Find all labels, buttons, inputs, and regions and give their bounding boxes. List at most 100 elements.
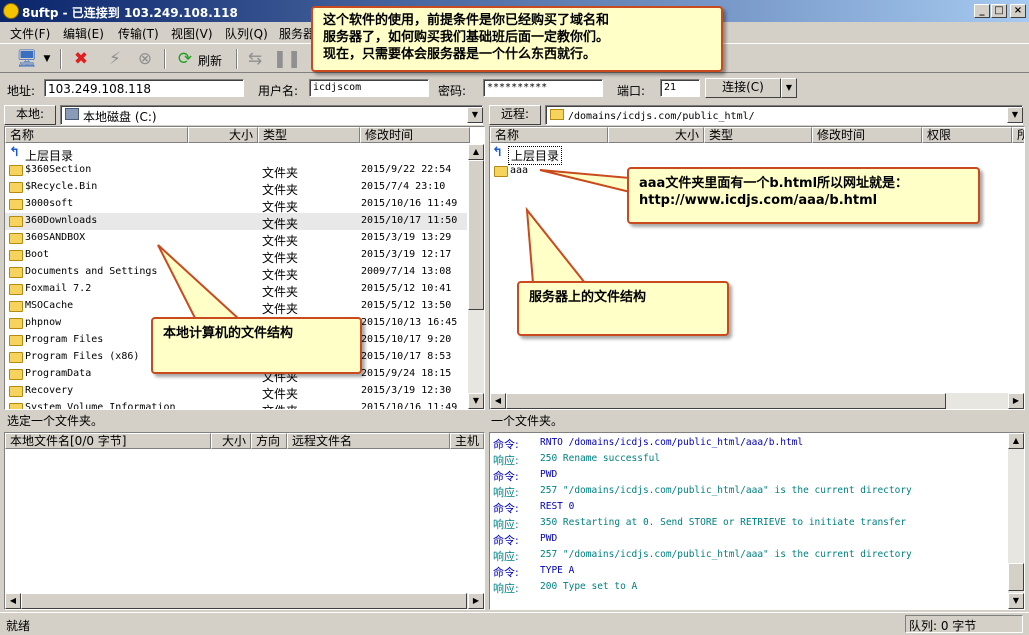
col-direction[interactable]: 方向	[251, 433, 287, 449]
stop-icon[interactable]: ⊗	[134, 48, 156, 70]
site-manager-icon[interactable]: 🖥	[16, 48, 38, 70]
file-modified: 2015/10/13 16:45	[361, 317, 458, 328]
pause-icon[interactable]: ❚❚	[273, 48, 302, 70]
log-kind: 响应:	[493, 582, 519, 595]
host-field[interactable]: 103.249.108.118	[44, 79, 244, 97]
table-row[interactable]: $Recycle.Bin 文件夹 2015/7/4 23:10	[5, 179, 467, 197]
log-entry: 响应: 257 "/domains/icdjs.com/public_html/a…	[493, 483, 1005, 499]
password-label: 密码:	[438, 84, 467, 98]
remote-path-combo[interactable]: /domains/icdjs.com/public_html/	[545, 105, 1023, 125]
remote-status: 一个文件夹。	[491, 414, 564, 428]
col-host[interactable]: 主机	[450, 433, 484, 449]
username-field[interactable]: icdjscom	[309, 79, 429, 97]
queue-hscrollbar[interactable]: ◀ ▶	[5, 593, 484, 609]
file-name: Program Files (x86)	[25, 351, 140, 362]
port-field[interactable]: 21	[660, 79, 700, 97]
table-row[interactable]: 360Downloads 文件夹 2015/10/17 11:50	[5, 213, 467, 231]
table-row[interactable]: 3000soft 文件夹 2015/10/16 11:49	[5, 196, 467, 214]
log-kind: 命令:	[493, 470, 519, 483]
table-row[interactable]: $360Section 文件夹 2015/9/22 22:54	[5, 162, 467, 180]
scroll-down-icon[interactable]: ▼	[468, 393, 484, 409]
log-kind: 响应:	[493, 454, 519, 467]
table-row[interactable]: Boot 文件夹 2015/3/19 12:17	[5, 247, 467, 265]
col-type[interactable]: 类型	[704, 127, 812, 143]
remote-path-dropdown-icon[interactable]: ▼	[1007, 107, 1023, 123]
col-remote-filename[interactable]: 远程文件名	[287, 433, 450, 449]
up-arrow-icon: ↰	[9, 145, 20, 160]
col-modified[interactable]: 修改时间	[812, 127, 922, 143]
callout-local-structure: 本地计算机的文件结构	[151, 317, 362, 374]
scroll-thumb[interactable]	[468, 160, 484, 310]
table-row[interactable]: 360SANDBOX 文件夹 2015/3/19 13:29	[5, 230, 467, 248]
table-row[interactable]: Foxmail 7.2 文件夹 2015/5/12 10:41	[5, 281, 467, 299]
table-row[interactable]: System Volume Information 文件夹 2015/10/16 1…	[5, 400, 467, 409]
password-field[interactable]: **********	[483, 79, 603, 97]
col-permissions[interactable]: 权限	[922, 127, 1012, 143]
local-vscrollbar[interactable]: ▲ ▼	[468, 144, 484, 409]
col-local-filename[interactable]: 本地文件名[0/0 字节]	[5, 433, 211, 449]
folder-icon	[9, 216, 23, 227]
parent-dir-row[interactable]: ↰ 上层目录	[5, 145, 484, 163]
menu-server[interactable]: 服务器	[279, 25, 315, 42]
menu-view[interactable]: 视图(V)	[171, 25, 213, 42]
col-owner[interactable]: 所	[1012, 127, 1024, 143]
minimize-button[interactable]: _	[974, 4, 990, 18]
callout-line: aaa文件夹里面有一个b.html所以网址就是：	[639, 176, 909, 191]
close-button[interactable]: ×	[1010, 4, 1026, 18]
col-size[interactable]: 大小	[211, 433, 251, 449]
callout-line: 服务器了，如何购买我们基础班后面一定教你们。	[323, 30, 610, 45]
maximize-button[interactable]: □	[991, 4, 1007, 18]
menu-transfer[interactable]: 传输(T)	[118, 25, 159, 42]
log-message: PWD	[540, 533, 558, 544]
file-type: 文件夹	[262, 402, 298, 409]
scroll-up-icon[interactable]: ▲	[1008, 433, 1024, 449]
col-name[interactable]: 名称	[490, 127, 608, 143]
local-path-dropdown-icon[interactable]: ▼	[467, 107, 483, 123]
scroll-up-icon[interactable]: ▲	[468, 144, 484, 160]
refresh-icon[interactable]: ⟳	[174, 48, 196, 70]
log-message: 350 Restarting at 0. Send STORE or RETRI…	[540, 517, 907, 528]
log-message: TYPE A	[540, 565, 575, 576]
port-label: 端口:	[617, 84, 646, 98]
folder-icon	[9, 284, 23, 295]
col-type[interactable]: 类型	[258, 127, 360, 143]
scroll-left-icon[interactable]: ◀	[490, 393, 506, 409]
local-path-combo[interactable]: 本地磁盘 (C:)	[60, 105, 483, 125]
col-name[interactable]: 名称	[5, 127, 188, 143]
col-size[interactable]: 大小	[608, 127, 704, 143]
file-name: Boot	[25, 249, 50, 260]
scroll-thumb[interactable]	[21, 593, 467, 609]
col-modified[interactable]: 修改时间	[360, 127, 470, 143]
remote-hscrollbar[interactable]: ◀ ▶	[490, 393, 1024, 409]
menu-queue[interactable]: 队列(Q)	[225, 25, 268, 42]
scroll-down-icon[interactable]: ▼	[1008, 593, 1024, 609]
reconnect-icon[interactable]: ⚡	[104, 48, 126, 70]
table-row[interactable]: Recovery 文件夹 2015/3/19 12:30	[5, 383, 467, 401]
log-message: 257 "/domains/icdjs.com/public_html/aaa"…	[540, 549, 912, 560]
refresh-button[interactable]: 刷新	[198, 52, 222, 69]
local-path-bar: 本地: 本地磁盘 (C:) ▼	[4, 104, 485, 126]
connect-button[interactable]: 连接(C)	[705, 78, 781, 98]
sync-icon[interactable]: ⇆	[244, 48, 266, 70]
dropdown-arrow-icon[interactable]: ▼	[42, 48, 52, 70]
window-title: 8uftp - 已连接到 103.249.108.118	[22, 6, 238, 20]
folder-icon	[9, 403, 23, 409]
scroll-left-icon[interactable]: ◀	[5, 593, 21, 609]
scroll-thumb[interactable]	[506, 393, 946, 409]
callout-url-note: aaa文件夹里面有一个b.html所以网址就是： http://www.icdj…	[627, 167, 980, 224]
file-name: Foxmail 7.2	[25, 283, 92, 294]
col-size[interactable]: 大小	[188, 127, 258, 143]
callout-usage-note: 这个软件的使用，前提条件是你已经购买了域名和 服务器了，如何购买我们基础班后面一…	[311, 6, 723, 72]
connect-dropdown-icon[interactable]: ▼	[781, 78, 797, 98]
table-row[interactable]: MSOCache 文件夹 2015/5/12 13:50	[5, 298, 467, 316]
disconnect-icon[interactable]: ✖	[70, 48, 92, 70]
connection-bar: 地址: 103.249.108.118 用户名: icdjscom 密码: **…	[0, 75, 1029, 101]
scroll-right-icon[interactable]: ▶	[468, 593, 484, 609]
scroll-thumb[interactable]	[1008, 563, 1024, 591]
scroll-right-icon[interactable]: ▶	[1008, 393, 1024, 409]
menu-edit[interactable]: 编辑(E)	[63, 25, 104, 42]
log-vscrollbar[interactable]: ▲ ▼	[1008, 433, 1024, 609]
table-row[interactable]: Documents and Settings 文件夹 2009/7/14 13:08	[5, 264, 467, 282]
parent-dir-row[interactable]: ↰ 上层目录	[490, 145, 1024, 165]
menu-file[interactable]: 文件(F)	[10, 25, 50, 42]
